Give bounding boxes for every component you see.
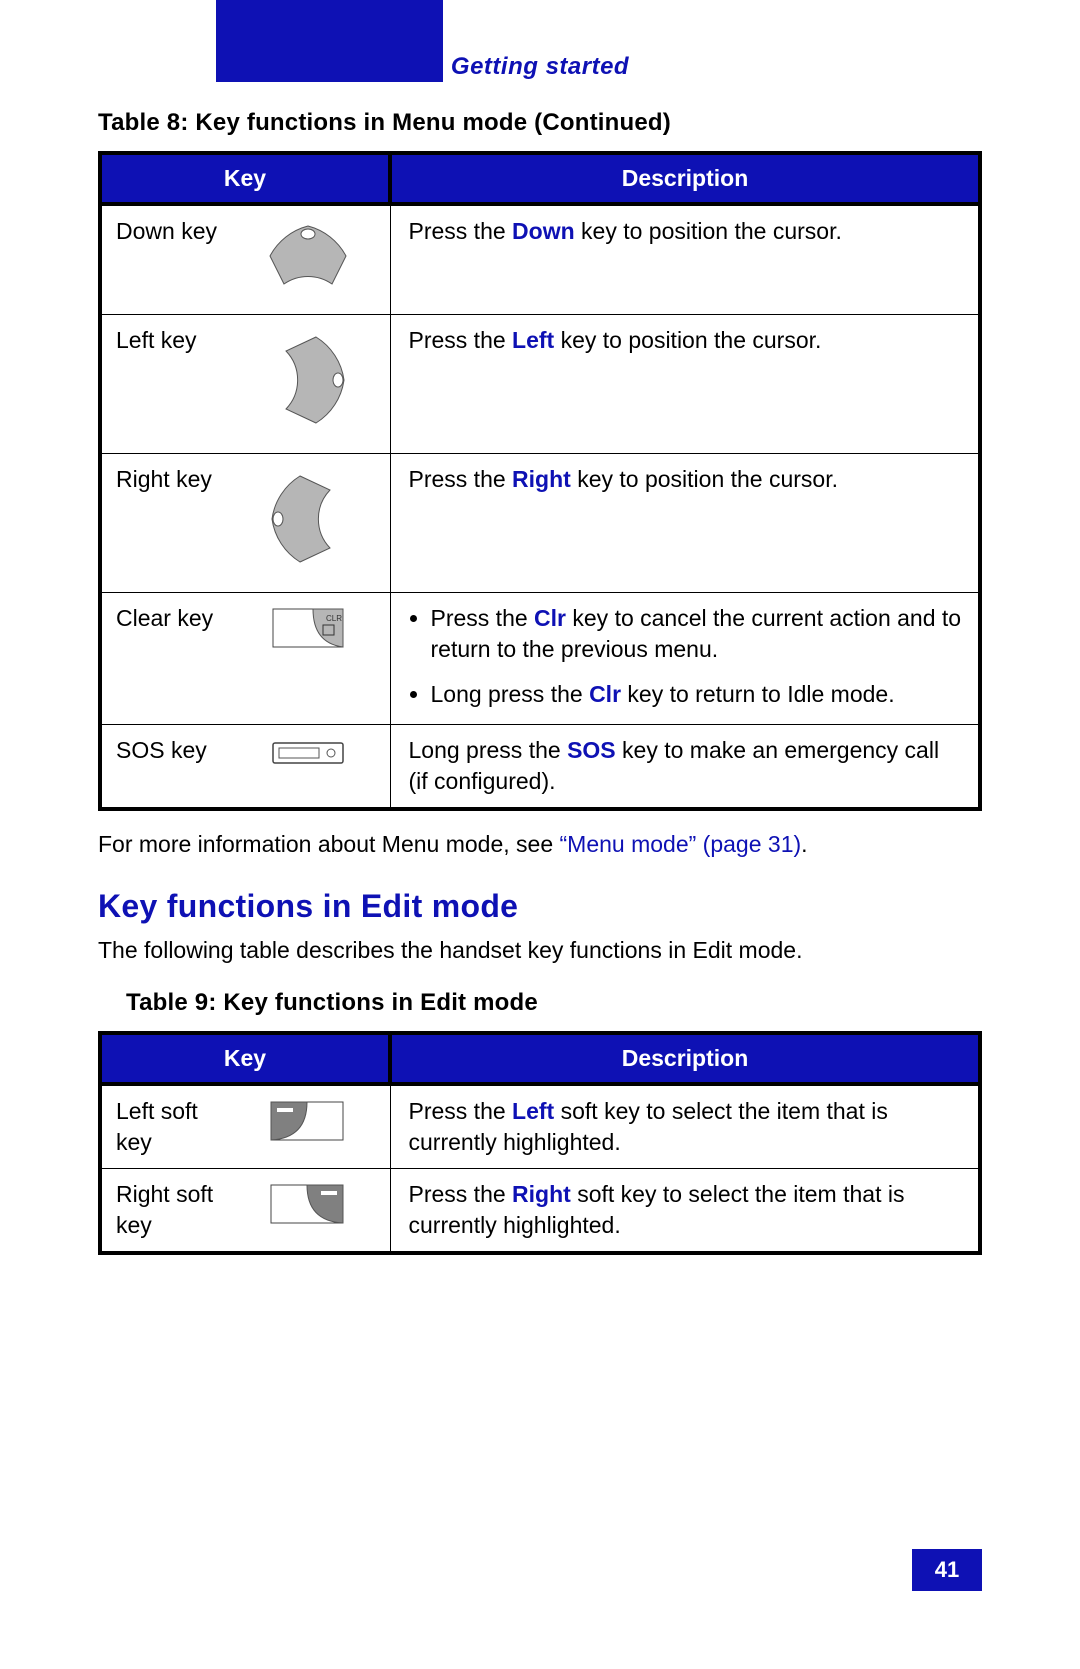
desc-text-post: key to position the cursor. bbox=[571, 466, 838, 492]
table9-caption: Table 9: Key functions in Edit mode bbox=[126, 989, 982, 1017]
svg-text:CLR: CLR bbox=[326, 614, 342, 623]
desc-highlight: Left bbox=[512, 327, 554, 353]
key-icon-cell bbox=[230, 204, 390, 315]
desc-text-pre: Press the bbox=[409, 466, 513, 492]
table-row: SOS key Long press the SOS key to make a… bbox=[100, 725, 980, 810]
para-text-post: . bbox=[801, 831, 807, 857]
desc-text-pre: Long press the bbox=[409, 737, 568, 763]
key-icon-cell: CLR bbox=[230, 593, 390, 725]
desc-text-pre: Press the bbox=[409, 327, 513, 353]
key-name: Clear key bbox=[100, 593, 230, 725]
desc-highlight: SOS bbox=[567, 737, 616, 763]
subsection-heading: Key functions in Edit mode bbox=[98, 888, 982, 925]
clear-key-icon: CLR bbox=[263, 603, 353, 661]
bullet-item: Press the Clr key to cancel the current … bbox=[431, 603, 963, 665]
desc-highlight: Down bbox=[512, 218, 575, 244]
key-desc: Press the Right soft key to select the i… bbox=[390, 1168, 980, 1253]
desc-highlight: Clr bbox=[589, 681, 621, 707]
right-softkey-icon bbox=[263, 1179, 353, 1237]
table-row: Right key Press the Right key to positio… bbox=[100, 454, 980, 593]
page-number-badge: 41 bbox=[912, 1549, 982, 1591]
key-name: Left soft key bbox=[100, 1084, 230, 1169]
desc-text-pre: Press the bbox=[409, 1098, 513, 1124]
key-icon-cell bbox=[230, 1168, 390, 1253]
desc-text-post: key to position the cursor. bbox=[575, 218, 842, 244]
key-icon-cell bbox=[230, 725, 390, 810]
sos-key-icon bbox=[263, 735, 353, 779]
key-icon-cell bbox=[230, 315, 390, 454]
key-desc: Press the Left key to position the curso… bbox=[390, 315, 980, 454]
page-content: Table 8: Key functions in Menu mode (Con… bbox=[98, 109, 982, 1255]
table-row: Left key Press the Left key to position … bbox=[100, 315, 980, 454]
more-info-paragraph: For more information about Menu mode, se… bbox=[98, 829, 982, 860]
desc-text-post: key to position the cursor. bbox=[554, 327, 821, 353]
key-desc: Press the Right key to position the curs… bbox=[390, 454, 980, 593]
para-text-pre: For more information about Menu mode, se… bbox=[98, 831, 560, 857]
desc-highlight: Clr bbox=[534, 605, 566, 631]
key-desc: Press the Left soft key to select the it… bbox=[390, 1084, 980, 1169]
key-desc: Press the Clr key to cancel the current … bbox=[390, 593, 980, 725]
col-desc: Description bbox=[390, 1033, 980, 1084]
edit-intro-paragraph: The following table describes the handse… bbox=[98, 935, 982, 966]
table-row: Down key Press the Down key to position … bbox=[100, 204, 980, 315]
col-key: Key bbox=[100, 1033, 390, 1084]
table-header-row: Key Description bbox=[100, 153, 980, 204]
right-key-icon bbox=[258, 464, 358, 582]
key-icon-cell bbox=[230, 454, 390, 593]
desc-highlight: Left bbox=[512, 1098, 554, 1124]
desc-text-pre: Long press the bbox=[431, 681, 590, 707]
key-name: Left key bbox=[100, 315, 230, 454]
key-name: Down key bbox=[100, 204, 230, 315]
desc-text-pre: Press the bbox=[409, 1181, 513, 1207]
col-desc: Description bbox=[390, 153, 980, 204]
key-desc: Long press the SOS key to make an emerge… bbox=[390, 725, 980, 810]
desc-highlight: Right bbox=[512, 466, 571, 492]
left-softkey-icon bbox=[263, 1096, 353, 1154]
cross-ref-link[interactable]: “Menu mode” (page 31) bbox=[560, 831, 802, 857]
key-desc: Press the Down key to position the curso… bbox=[390, 204, 980, 315]
table-row: Left soft key Press the Left soft key to… bbox=[100, 1084, 980, 1169]
table-row: Right soft key Press the Right soft key … bbox=[100, 1168, 980, 1253]
desc-highlight: Right bbox=[512, 1181, 571, 1207]
col-key: Key bbox=[100, 153, 390, 204]
table-header-row: Key Description bbox=[100, 1033, 980, 1084]
key-icon-cell bbox=[230, 1084, 390, 1169]
table8: Key Description Down key Press the Dow bbox=[98, 151, 982, 811]
key-name: SOS key bbox=[100, 725, 230, 810]
desc-text-pre: Press the bbox=[431, 605, 535, 631]
table-row: Clear key CLR Press the Clr bbox=[100, 593, 980, 725]
bullet-item: Long press the Clr key to return to Idle… bbox=[431, 679, 963, 710]
table8-caption: Table 8: Key functions in Menu mode (Con… bbox=[98, 109, 982, 137]
table9: Key Description Left soft key bbox=[98, 1031, 982, 1255]
desc-text-pre: Press the bbox=[409, 218, 513, 244]
desc-text-post: key to return to Idle mode. bbox=[621, 681, 895, 707]
left-key-icon bbox=[258, 325, 358, 443]
down-key-icon bbox=[258, 216, 358, 304]
key-name: Right key bbox=[100, 454, 230, 593]
key-name: Right soft key bbox=[100, 1168, 230, 1253]
section-header: Getting started bbox=[0, 53, 1080, 81]
